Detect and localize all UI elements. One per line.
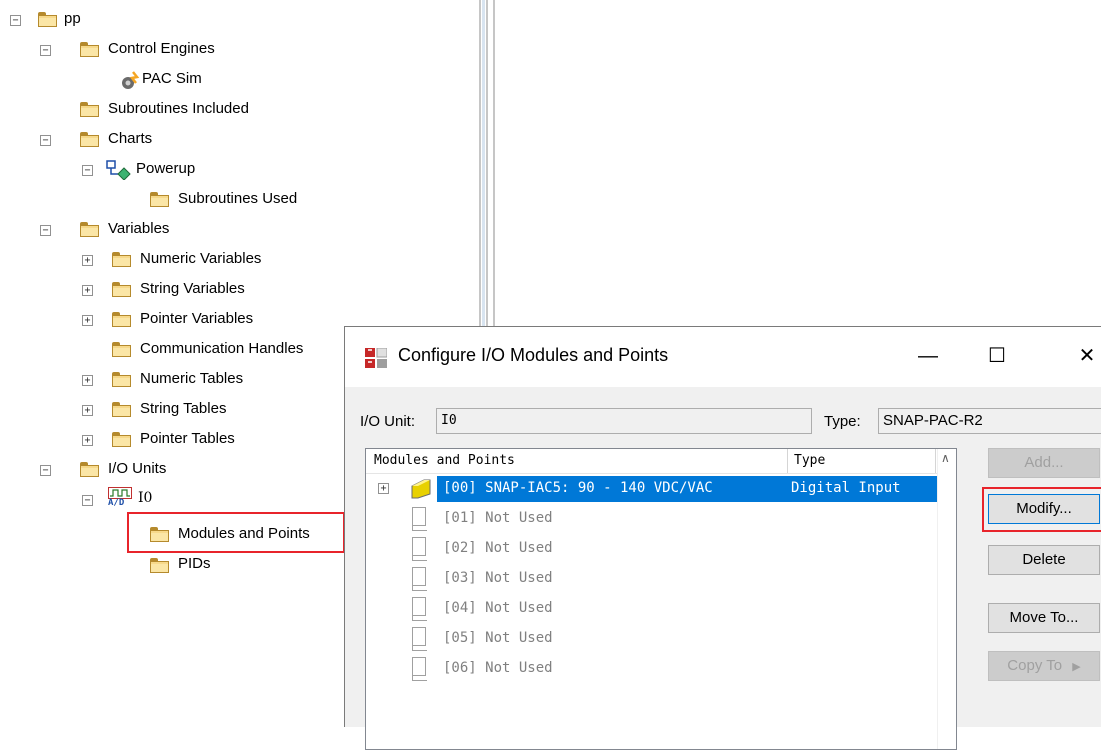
tree-item-pids[interactable]: PIDs — [178, 555, 211, 572]
collapse-io-unit-button[interactable]: − — [82, 495, 93, 506]
row-type: Digital Input — [791, 480, 901, 496]
tree-item-subroutines-used[interactable]: Subroutines Used — [178, 190, 297, 207]
chart-icon — [106, 160, 131, 180]
folder-icon — [112, 372, 132, 387]
folder-icon — [112, 312, 132, 327]
table-row[interactable]: [02] Not Used — [366, 534, 938, 564]
row-module: [01] Not Used — [443, 510, 553, 526]
modules-list[interactable]: Modules and Points Type + [00] SNAP-IAC5… — [365, 448, 957, 750]
tree-item-numeric-tables[interactable]: Numeric Tables — [140, 370, 243, 387]
copy-to-label: Copy To — [1007, 657, 1063, 674]
io-unit-label: I/O Unit: — [360, 413, 416, 430]
highlight-modules-and-points — [127, 512, 345, 553]
io-unit-icon-text: A/D — [108, 498, 125, 508]
tree-item-pac-sim[interactable]: PAC Sim — [142, 70, 202, 87]
folder-icon — [112, 252, 132, 267]
tree-item-communication-handles[interactable]: Communication Handles — [140, 340, 303, 357]
tree-item-subroutines-included[interactable]: Subroutines Included — [108, 100, 249, 117]
list-scrollbar[interactable]: ∧ — [937, 449, 956, 749]
tree-item-io-unit[interactable]: I0 — [138, 490, 152, 506]
folder-icon — [38, 12, 58, 27]
tree-item-root[interactable]: pp — [64, 10, 81, 27]
collapse-io-units-button[interactable]: − — [40, 465, 51, 476]
list-header: Modules and Points Type — [366, 449, 938, 474]
folder-icon — [112, 402, 132, 417]
folder-icon — [150, 558, 170, 573]
folder-icon — [112, 282, 132, 297]
expand-string-variables-button[interactable]: + — [82, 285, 93, 296]
column-header-modules[interactable]: Modules and Points — [374, 449, 515, 473]
tree-item-charts[interactable]: Charts — [108, 130, 152, 147]
tree-item-variables[interactable]: Variables — [108, 220, 169, 237]
tree-item-string-variables[interactable]: String Variables — [140, 280, 245, 297]
table-row[interactable]: + [00] SNAP-IAC5: 90 - 140 VDC/VAC Digit… — [366, 474, 938, 504]
tree-item-io-units[interactable]: I/O Units — [108, 460, 166, 477]
minimize-button[interactable]: — — [906, 341, 950, 371]
collapse-root-button[interactable]: − — [10, 15, 21, 26]
dialog-titlebar[interactable]: Configure I/O Modules and Points — ☐ ✕ — [345, 327, 1101, 387]
empty-slot-icon — [412, 507, 427, 531]
tree-item-string-tables[interactable]: String Tables — [140, 400, 226, 417]
table-row[interactable]: [04] Not Used — [366, 594, 938, 624]
row-module: [06] Not Used — [443, 660, 553, 676]
close-button[interactable]: ✕ — [1065, 341, 1101, 371]
collapse-variables-button[interactable]: − — [40, 225, 51, 236]
copy-to-button[interactable]: Copy To ▶ — [988, 651, 1100, 681]
move-to-button[interactable]: Move To... — [988, 603, 1100, 633]
type-field: SNAP-PAC-R2 — [878, 408, 1101, 434]
collapse-charts-button[interactable]: − — [40, 135, 51, 146]
table-row[interactable]: [01] Not Used — [366, 504, 938, 534]
configure-io-dialog: Configure I/O Modules and Points — ☐ ✕ I… — [344, 326, 1101, 750]
app-icon — [365, 348, 387, 368]
expand-module-button[interactable]: + — [378, 483, 389, 494]
module-icon — [411, 479, 431, 499]
tree-item-pointer-variables[interactable]: Pointer Variables — [140, 310, 253, 327]
chevron-right-icon: ▶ — [1072, 661, 1081, 673]
row-module: [02] Not Used — [443, 540, 553, 556]
row-module: [03] Not Used — [443, 570, 553, 586]
table-row[interactable]: [03] Not Used — [366, 564, 938, 594]
control-engine-icon — [122, 71, 140, 89]
empty-slot-icon — [412, 537, 427, 561]
table-row[interactable]: [05] Not Used — [366, 624, 938, 654]
expand-pointer-variables-button[interactable]: + — [82, 315, 93, 326]
tree-item-powerup[interactable]: Powerup — [136, 160, 195, 177]
add-button[interactable]: Add... — [988, 448, 1100, 478]
folder-icon — [80, 102, 100, 117]
delete-button[interactable]: Delete — [988, 545, 1100, 575]
row-module: [04] Not Used — [443, 600, 553, 616]
scroll-up-icon[interactable]: ∧ — [941, 451, 950, 465]
empty-slot-icon — [412, 657, 427, 681]
column-divider[interactable] — [787, 449, 788, 473]
io-unit-field: I0 — [436, 408, 812, 434]
folder-icon — [150, 192, 170, 207]
folder-icon — [112, 342, 132, 357]
io-unit-icon: A/D — [108, 487, 132, 509]
folder-icon — [80, 222, 100, 237]
row-module: [00] SNAP-IAC5: 90 - 140 VDC/VAC — [443, 480, 713, 496]
highlight-modify-button — [982, 487, 1101, 532]
expand-pointer-tables-button[interactable]: + — [82, 435, 93, 446]
collapse-control-engines-button[interactable]: − — [40, 45, 51, 56]
maximize-button[interactable]: ☐ — [975, 341, 1019, 371]
expand-numeric-tables-button[interactable]: + — [82, 375, 93, 386]
folder-icon — [80, 132, 100, 147]
collapse-powerup-button[interactable]: − — [82, 165, 93, 176]
folder-icon — [80, 42, 100, 57]
folder-icon — [112, 432, 132, 447]
row-module: [05] Not Used — [443, 630, 553, 646]
tree-item-numeric-variables[interactable]: Numeric Variables — [140, 250, 261, 267]
column-divider[interactable] — [935, 449, 936, 473]
tree-item-control-engines[interactable]: Control Engines — [108, 40, 215, 57]
dialog-title: Configure I/O Modules and Points — [398, 345, 669, 365]
tree-item-pointer-tables[interactable]: Pointer Tables — [140, 430, 235, 447]
expand-string-tables-button[interactable]: + — [82, 405, 93, 416]
folder-icon — [80, 462, 100, 477]
empty-slot-icon — [412, 567, 427, 591]
expand-numeric-variables-button[interactable]: + — [82, 255, 93, 266]
type-label: Type: — [824, 413, 861, 430]
empty-slot-icon — [412, 627, 427, 651]
empty-slot-icon — [412, 597, 427, 621]
column-header-type[interactable]: Type — [794, 449, 825, 473]
